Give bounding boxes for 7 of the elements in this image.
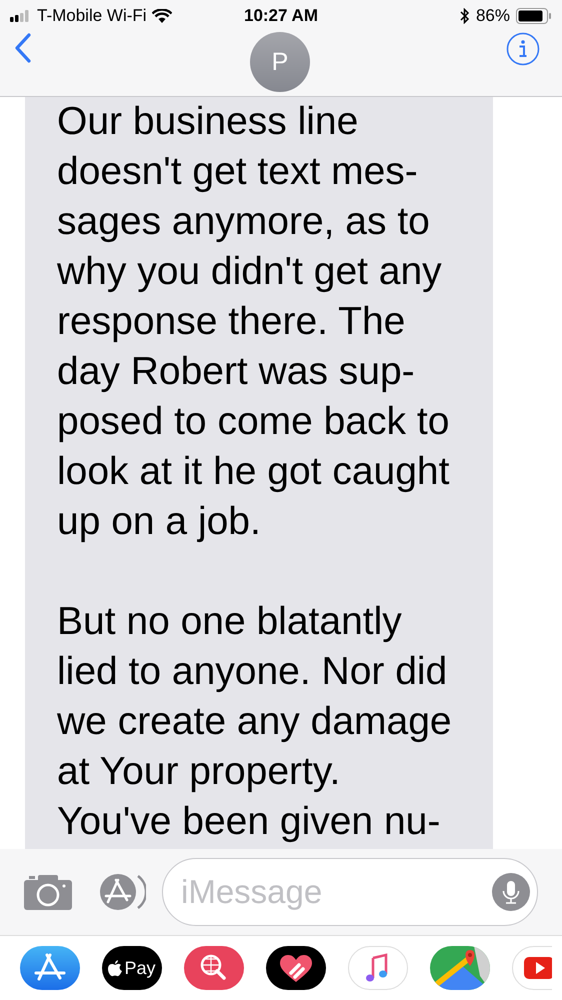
carrier-name: T-Mobile Wi-Fi xyxy=(37,6,147,26)
battery-percent: 86% xyxy=(476,6,510,26)
message-text: Our business line doesn't get text mes- sages anymore, as to why you didn't get any response there. The day Robert was sup- posed to come back to look at it he got caught up on a job. xyxy=(57,99,450,545)
message-text: But no one blatantly lied to anyone. Nor did we create any damage at Your property. You've been given nu- xyxy=(57,599,452,845)
message-input-field[interactable]: iMessage xyxy=(162,858,538,926)
apple-pay-app[interactable]: Pay xyxy=(102,946,162,990)
status-time: 10:27 AM xyxy=(244,6,318,26)
